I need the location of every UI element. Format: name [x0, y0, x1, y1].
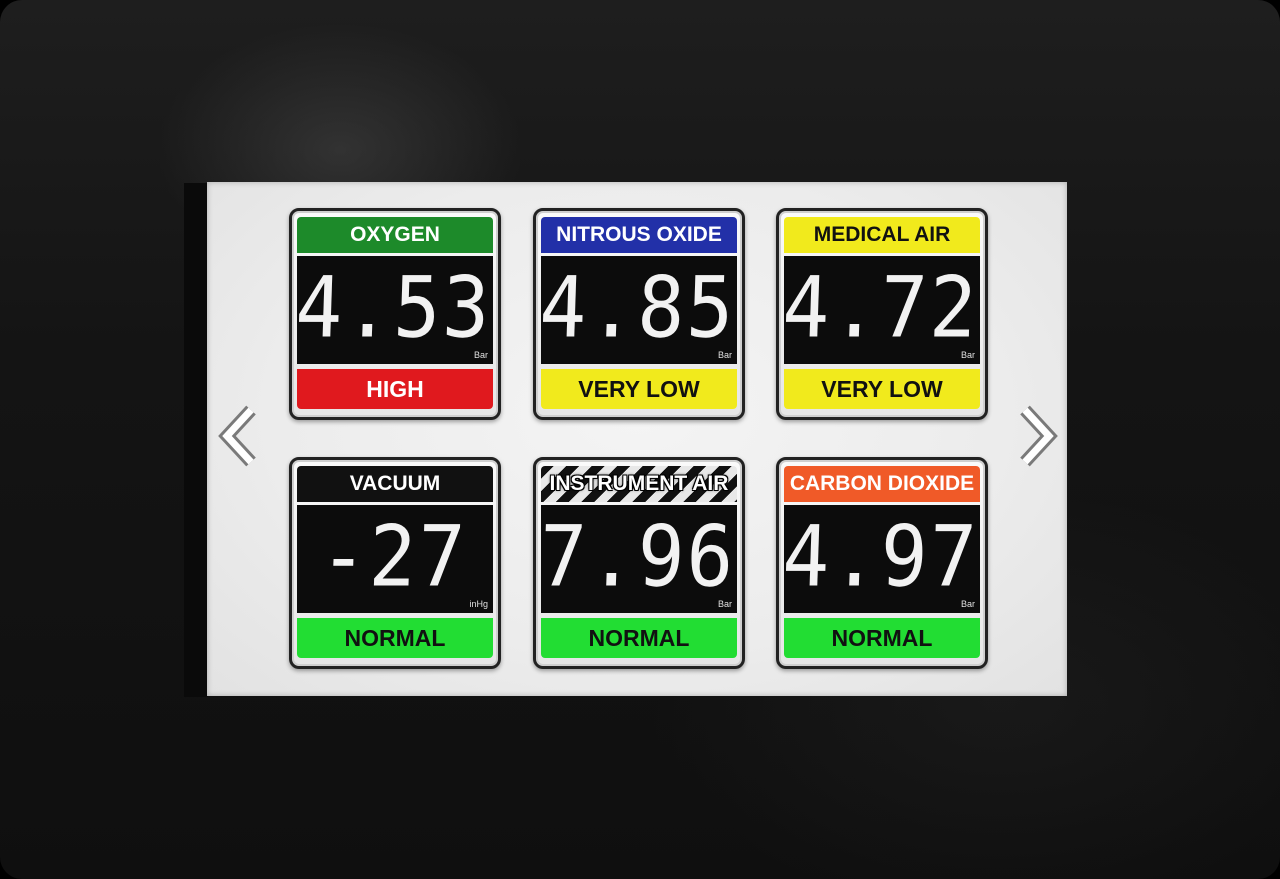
pressure-value: 4.72 [781, 259, 980, 358]
gas-tile-oxygen[interactable]: OXYGEN 4.53 Bar HIGH [289, 208, 501, 420]
pressure-unit: inHg [469, 599, 488, 609]
gas-name-header: CARBON DIOXIDE [784, 466, 980, 502]
gas-tile-carbon-dioxide[interactable]: CARBON DIOXIDE 4.97 Bar NORMAL [776, 457, 988, 669]
status-badge: NORMAL [297, 618, 493, 658]
pressure-value: 4.53 [294, 259, 493, 358]
pressure-display: 7.96 Bar [538, 505, 737, 613]
gas-tile-nitrous-oxide[interactable]: NITROUS OXIDE 4.85 Bar VERY LOW [533, 208, 745, 420]
pressure-display: 4.53 Bar [294, 256, 493, 364]
gas-tile-vacuum[interactable]: VACUUM -27 inHg NORMAL [289, 457, 501, 669]
pressure-display: 4.72 Bar [781, 256, 980, 364]
gas-tile-medical-air[interactable]: MEDICAL AIR 4.72 Bar VERY LOW [776, 208, 988, 420]
pressure-unit: Bar [717, 599, 732, 609]
gas-name-header: INSTRUMENT AIR [541, 466, 737, 502]
chevron-left-icon[interactable] [217, 404, 261, 468]
gas-name-label: NITROUS OXIDE [556, 223, 722, 246]
gas-name-header: VACUUM [297, 466, 493, 502]
device-frame: OXYGEN 4.53 Bar HIGH NITROUS OXIDE 4.85 … [0, 0, 1280, 879]
gas-tile-instrument-air[interactable]: INSTRUMENT AIR 7.96 Bar NORMAL [533, 457, 745, 669]
pressure-unit: Bar [960, 350, 975, 360]
pressure-unit: Bar [960, 599, 975, 609]
pressure-value: 4.85 [538, 259, 737, 358]
gas-name-header: OXYGEN [297, 217, 493, 253]
chevron-right-icon[interactable] [1015, 404, 1059, 468]
gas-name-label: OXYGEN [350, 223, 440, 246]
pressure-display: 4.85 Bar [538, 256, 737, 364]
status-badge: NORMAL [541, 618, 737, 658]
status-badge: NORMAL [784, 618, 980, 658]
pressure-unit: Bar [717, 350, 732, 360]
status-badge: VERY LOW [541, 369, 737, 409]
gas-name-label: MEDICAL AIR [813, 223, 951, 246]
gas-name-label: INSTRUMENT AIR [549, 472, 729, 495]
gas-name-header: MEDICAL AIR [784, 217, 980, 253]
bezel-edge [184, 183, 208, 697]
pressure-value: -27 [318, 508, 469, 607]
gas-monitor-screen: OXYGEN 4.53 Bar HIGH NITROUS OXIDE 4.85 … [207, 182, 1067, 696]
status-badge: VERY LOW [784, 369, 980, 409]
status-badge: HIGH [297, 369, 493, 409]
pressure-display: 4.97 Bar [781, 505, 980, 613]
pressure-unit: Bar [473, 350, 488, 360]
gas-name-label: CARBON DIOXIDE [789, 472, 975, 495]
pressure-value: 7.96 [538, 508, 737, 607]
pressure-value: 4.97 [781, 508, 980, 607]
gas-name-header: NITROUS OXIDE [541, 217, 737, 253]
gas-name-label: VACUUM [349, 472, 441, 495]
pressure-display: -27 inHg [297, 505, 493, 613]
